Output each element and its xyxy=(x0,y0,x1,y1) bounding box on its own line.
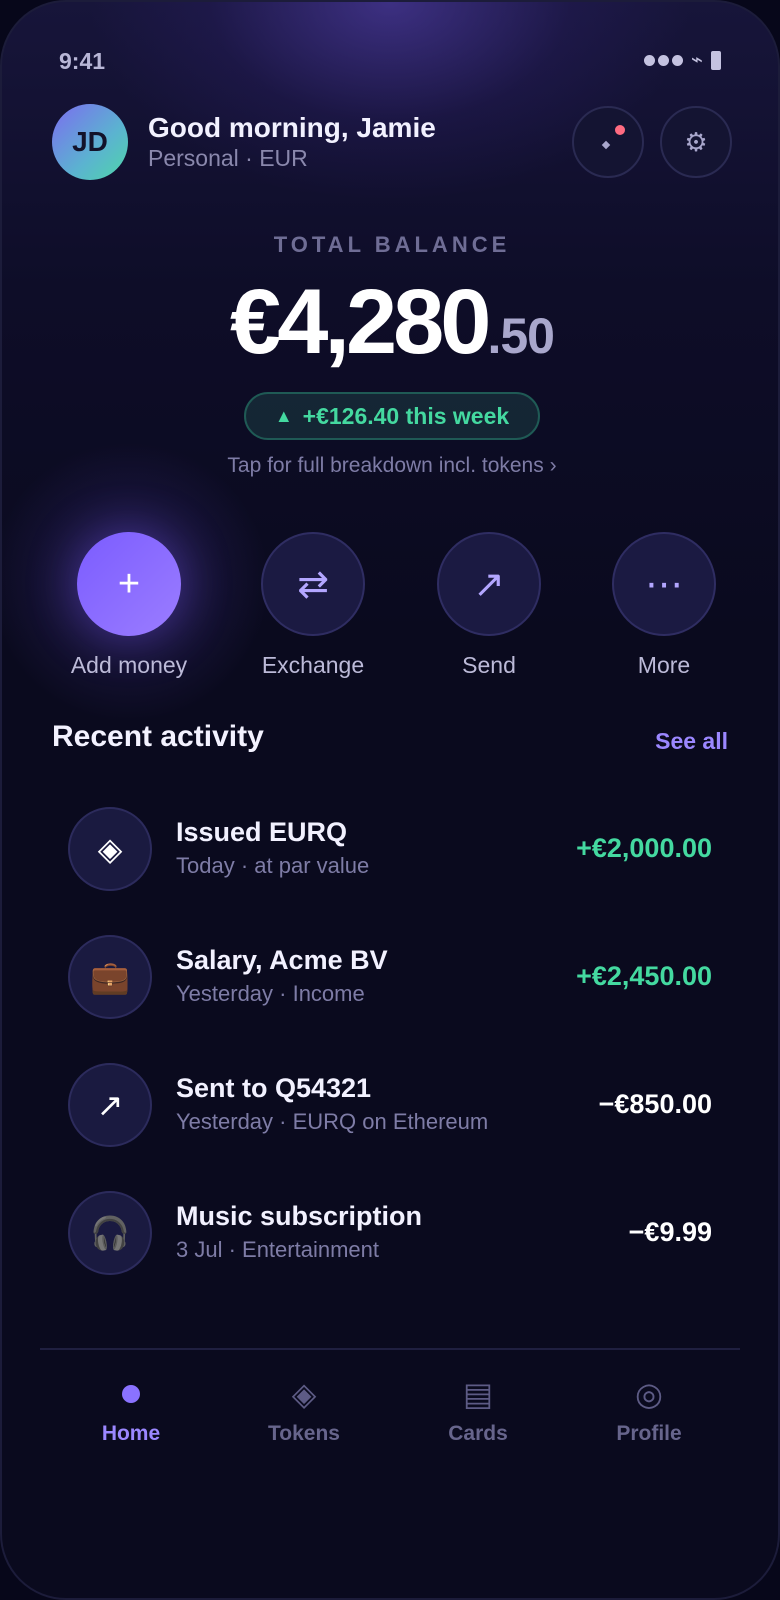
weekly-change-badge: ▲ +€126.40 this week xyxy=(244,392,540,440)
token-icon: ◈ xyxy=(68,807,152,891)
add-money-button[interactable]: + xyxy=(77,532,181,636)
up-arrow-icon: ▲ xyxy=(274,405,293,426)
send-arrow-icon: ↗ xyxy=(68,1063,152,1147)
exchange-action[interactable]: ⇄ Exchange xyxy=(233,532,393,679)
status-bar: 9:41 ⌁ xyxy=(59,48,721,78)
nav-cards[interactable]: ▤ Cards xyxy=(398,1374,558,1446)
nav-profile[interactable]: ◎ Profile xyxy=(569,1374,729,1446)
balance-label: TOTAL BALANCE xyxy=(273,232,511,257)
avatar[interactable]: JD xyxy=(52,104,128,180)
balance-main: €4,280 xyxy=(230,271,491,373)
nav-tokens[interactable]: ◈ Tokens xyxy=(224,1374,384,1446)
home-icon xyxy=(51,1374,211,1414)
settings-button[interactable]: ⚙ xyxy=(660,106,732,178)
tokens-icon: ◈ xyxy=(291,1376,317,1412)
exchange-icon: ⇄ xyxy=(297,563,329,606)
see-all-link[interactable]: See all xyxy=(655,728,728,755)
transaction-title: Salary, Acme BV xyxy=(176,945,388,975)
transaction-subtitle: Today · at par value xyxy=(176,853,370,878)
more-action[interactable]: ⋯ More xyxy=(584,532,744,679)
status-time: 9:41 xyxy=(59,48,106,74)
transaction-subtitle: Yesterday · EURQ on Ethereum xyxy=(176,1109,489,1134)
cards-icon: ▤ xyxy=(462,1376,494,1412)
transaction-amount: +€2,000.00 xyxy=(576,833,712,863)
transaction-amount: −€850.00 xyxy=(598,1089,712,1119)
notification-dot xyxy=(615,125,625,135)
transaction-row[interactable]: 💼 Salary, Acme BV Yesterday · Income +€2… xyxy=(68,935,712,1019)
greeting-text: Good morning, Jamie xyxy=(148,112,436,143)
nav-divider xyxy=(40,1348,740,1350)
transaction-title: Issued EURQ xyxy=(176,817,348,847)
send-action[interactable]: ↗ Send xyxy=(409,532,569,679)
exchange-button[interactable]: ⇄ xyxy=(261,532,365,636)
breakdown-link[interactable]: Tap for full breakdown incl. tokens › xyxy=(2,454,778,478)
transaction-amount: −€9.99 xyxy=(628,1217,712,1247)
balance-cents: .50 xyxy=(487,308,555,364)
profile-icon: ◎ xyxy=(635,1376,663,1412)
nav-home-label: Home xyxy=(101,1422,161,1445)
notifications-button[interactable] xyxy=(572,106,644,178)
account-subtitle: Personal · EUR xyxy=(148,145,308,171)
balance-amount[interactable]: €4,280.50 xyxy=(2,270,778,375)
transaction-subtitle: 3 Jul · Entertainment xyxy=(176,1237,379,1262)
phone-screen: 9:41 ⌁ JD Good morning, Jamie Personal ·… xyxy=(0,0,780,1600)
headphones-icon: 🎧 xyxy=(68,1191,152,1275)
transaction-title: Sent to Q54321 xyxy=(176,1073,372,1103)
transaction-amount: +€2,450.00 xyxy=(576,961,712,991)
nav-tokens-label: Tokens xyxy=(268,1422,340,1445)
transaction-row[interactable]: ↗ Sent to Q54321 Yesterday · EURQ on Eth… xyxy=(68,1063,712,1147)
add-money-action[interactable]: + Add money xyxy=(49,532,209,679)
gear-icon: ⚙ xyxy=(684,126,708,157)
transaction-row[interactable]: ◈ Issued EURQ Today · at par value +€2,0… xyxy=(68,807,712,891)
add-money-label: Add money xyxy=(70,652,188,678)
weekly-change-text: +€126.40 this week xyxy=(302,402,510,429)
battery-icon xyxy=(711,50,721,70)
bell-icon xyxy=(601,140,611,150)
nav-cards-label: Cards xyxy=(448,1422,508,1445)
plus-icon: + xyxy=(117,562,141,605)
status-icons: ⌁ xyxy=(643,49,721,71)
send-label: Send xyxy=(462,652,516,678)
nav-profile-label: Profile xyxy=(616,1422,682,1445)
transaction-subtitle: Yesterday · Income xyxy=(176,981,365,1006)
recent-activity-title: Recent activity xyxy=(52,720,264,753)
nav-home[interactable]: Home xyxy=(51,1374,211,1446)
exchange-label: Exchange xyxy=(261,652,365,678)
send-button[interactable]: ↗ xyxy=(437,532,541,636)
more-button[interactable]: ⋯ xyxy=(612,532,716,636)
more-label: More xyxy=(637,652,691,678)
briefcase-icon: 💼 xyxy=(68,935,152,1019)
transaction-title: Music subscription xyxy=(176,1201,423,1231)
wifi-icon: ⌁ xyxy=(690,49,703,71)
send-arrow-icon: ↗ xyxy=(473,563,505,606)
transaction-row[interactable]: 🎧 Music subscription 3 Jul · Entertainme… xyxy=(68,1191,712,1275)
signal-icon xyxy=(643,54,683,66)
more-icon: ⋯ xyxy=(645,563,683,606)
